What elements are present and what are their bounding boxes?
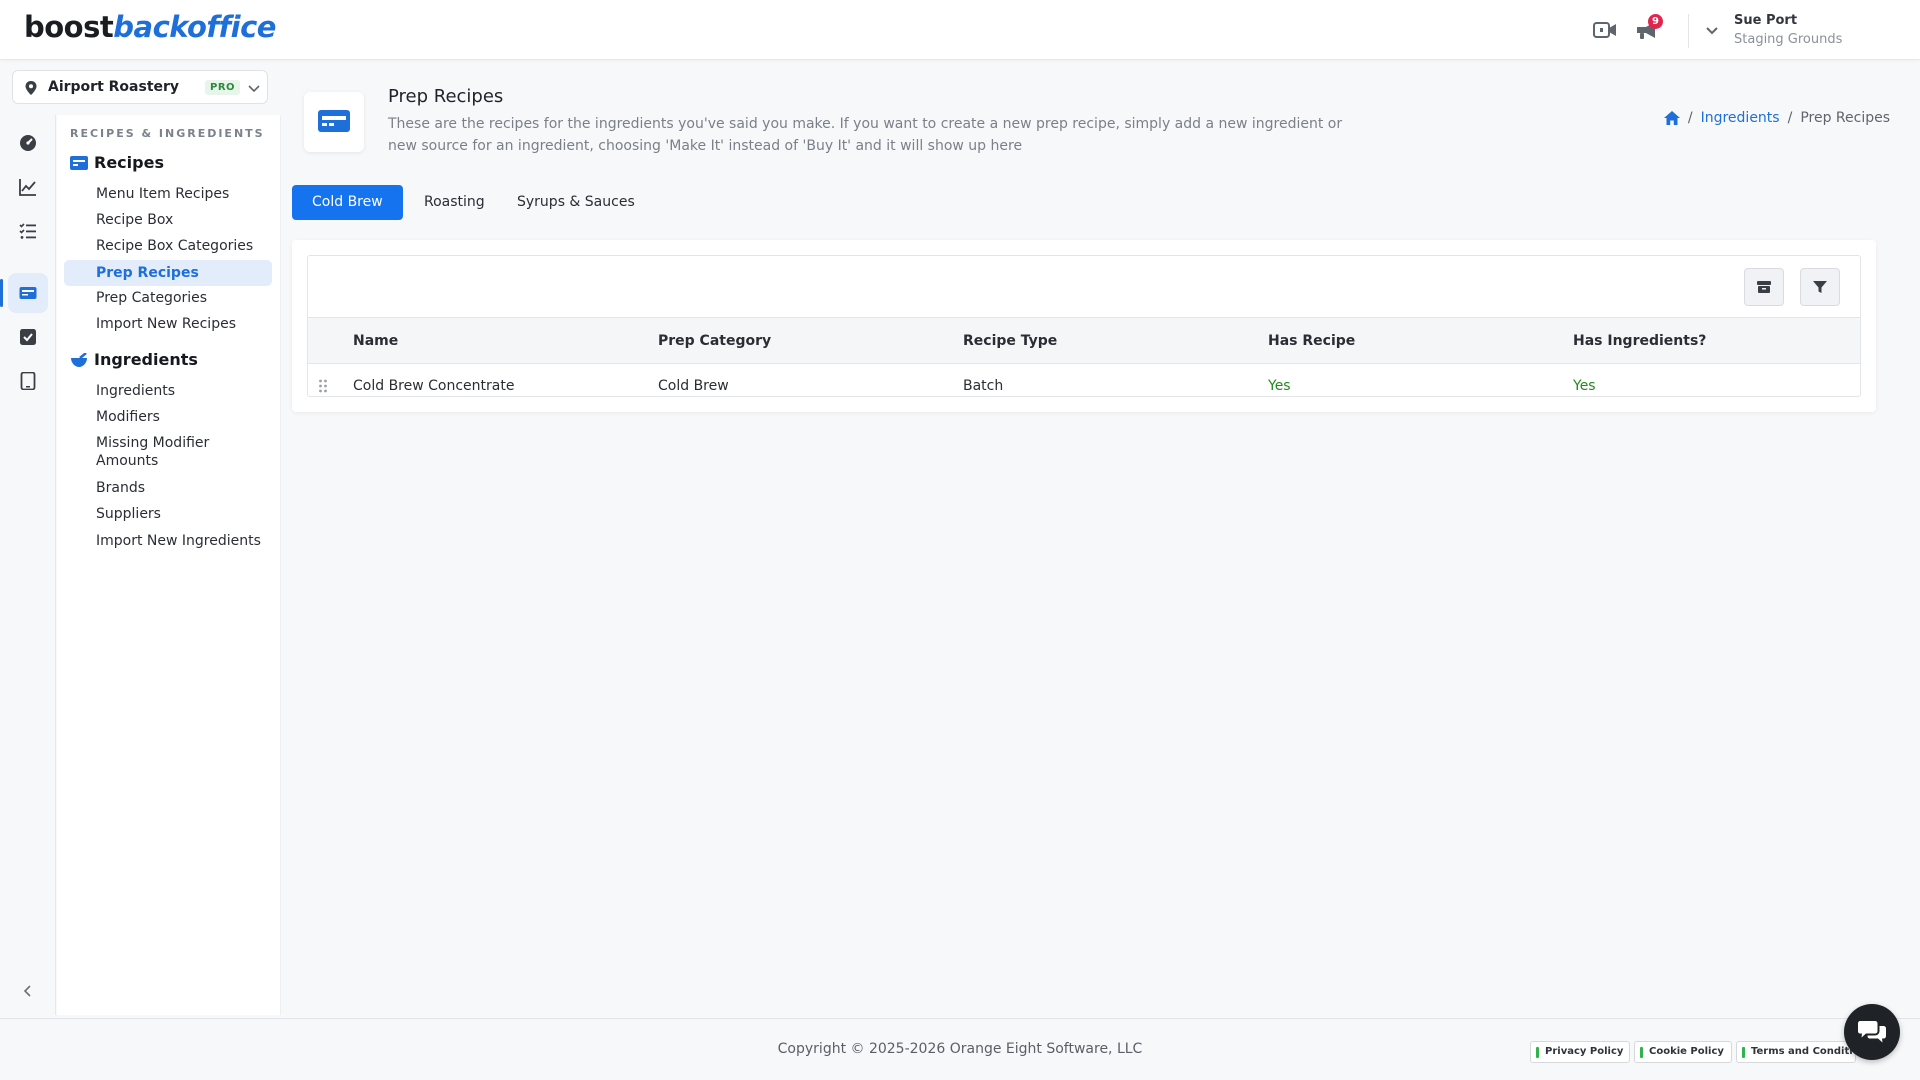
logo-backoffice: backoffice xyxy=(113,10,276,44)
pro-badge: PRO xyxy=(205,80,241,95)
home-icon[interactable] xyxy=(1663,111,1680,125)
rail-item-dashboard[interactable] xyxy=(8,123,48,163)
breadcrumb-link-ingredients[interactable]: Ingredients xyxy=(1701,110,1780,126)
chevron-down-icon[interactable] xyxy=(1704,22,1720,38)
notification-badge: 9 xyxy=(1648,14,1663,29)
filter-button[interactable] xyxy=(1800,268,1840,306)
location-name: Airport Roastery xyxy=(48,79,180,95)
checklist-icon xyxy=(19,223,36,239)
rail-item-checklists[interactable] xyxy=(8,317,48,357)
sidebar-item-ingredients[interactable]: Ingredients xyxy=(64,382,272,400)
user-name[interactable]: Sue Port xyxy=(1734,13,1797,28)
archive-icon xyxy=(1757,281,1771,293)
cell-name[interactable]: Cold Brew Concentrate xyxy=(353,378,514,394)
privacy-policy-link[interactable]: Privacy Policy xyxy=(1530,1041,1630,1063)
recipe-card-icon xyxy=(19,287,37,299)
table-header: Name Prep Category Recipe Type Has Recip… xyxy=(308,317,1860,364)
tablet-icon xyxy=(20,372,36,390)
cookie-policy-link[interactable]: Cookie Policy xyxy=(1634,1041,1732,1063)
page-icon xyxy=(304,92,364,152)
rail-item-devices[interactable] xyxy=(8,361,48,401)
checkbox-icon xyxy=(20,329,36,345)
breadcrumb-separator: / xyxy=(1787,110,1793,126)
chevron-down-icon xyxy=(248,85,260,93)
top-bar: boostbackoffice 9 Sue Port Staging Groun… xyxy=(0,0,1920,60)
sidebar-item-modifiers[interactable]: Modifiers xyxy=(64,408,272,426)
tab-syrups-sauces[interactable]: Syrups & Sauces xyxy=(497,185,655,220)
sidebar-group-ingredients[interactable]: Ingredients xyxy=(70,350,270,372)
chat-bubbles-icon xyxy=(1858,1021,1886,1043)
user-organization: Staging Grounds xyxy=(1734,32,1843,47)
table-row[interactable]: Cold Brew Concentrate Cold Brew Batch Ye… xyxy=(308,364,1860,410)
recipe-card-icon xyxy=(318,110,350,132)
map-pin-icon xyxy=(25,81,37,95)
recipe-card-icon xyxy=(70,156,88,170)
chevron-left-icon[interactable] xyxy=(20,983,36,999)
mortar-pestle-icon xyxy=(71,353,87,367)
location-selector[interactable]: Airport Roastery PRO xyxy=(12,70,268,104)
cell-has-ingredients: Yes xyxy=(1573,378,1596,394)
chat-button[interactable] xyxy=(1844,1004,1900,1060)
drag-handle-icon[interactable] xyxy=(318,378,328,394)
sidebar-item-missing-modifier-amounts[interactable]: Missing Modifier Amounts xyxy=(64,434,244,470)
terms-and-conditions-link[interactable]: Terms and Conditions xyxy=(1736,1041,1856,1063)
line-chart-icon xyxy=(19,179,36,196)
sidebar-item-prep-recipes[interactable]: Prep Recipes xyxy=(64,260,272,286)
header-divider xyxy=(1688,14,1689,48)
sidebar-item-recipe-box-categories[interactable]: Recipe Box Categories xyxy=(64,237,272,255)
column-header-recipe-type[interactable]: Recipe Type xyxy=(963,333,1057,349)
column-header-name[interactable]: Name xyxy=(353,333,398,349)
recipes-card: Name Prep Category Recipe Type Has Recip… xyxy=(292,240,1876,412)
tab-cold-brew[interactable]: Cold Brew xyxy=(292,185,403,220)
footer: Copyright © 2025-2026 Orange Eight Softw… xyxy=(0,1018,1920,1080)
rail-item-reports[interactable] xyxy=(8,167,48,207)
sidebar-item-brands[interactable]: Brands xyxy=(64,479,272,497)
breadcrumb-current: Prep Recipes xyxy=(1800,110,1890,126)
sidebar-group-label: Ingredients xyxy=(94,350,198,369)
column-header-prep-category[interactable]: Prep Category xyxy=(658,333,771,349)
sidebar: RECIPES & INGREDIENTS Recipes Menu Item … xyxy=(57,115,281,1015)
cell-prep-category: Cold Brew xyxy=(658,378,729,394)
breadcrumb: / Ingredients / Prep Recipes xyxy=(1663,110,1890,126)
logo-boost: boost xyxy=(24,10,114,44)
sidebar-group-label: Recipes xyxy=(94,153,164,172)
rail-item-recipes[interactable] xyxy=(0,273,48,313)
sidebar-section-title: RECIPES & INGREDIENTS xyxy=(70,127,265,140)
page-title: Prep Recipes xyxy=(388,86,504,107)
archive-button[interactable] xyxy=(1744,268,1784,306)
sidebar-group-recipes[interactable]: Recipes xyxy=(70,153,270,175)
cell-recipe-type: Batch xyxy=(963,378,1004,394)
sidebar-item-import-new-ingredients[interactable]: Import New Ingredients xyxy=(64,532,272,550)
logo[interactable]: boostbackoffice xyxy=(24,10,276,44)
breadcrumb-separator: / xyxy=(1687,110,1693,126)
copyright-text: Copyright © 2025-2026 Orange Eight Softw… xyxy=(777,1041,1143,1057)
recipes-table: Name Prep Category Recipe Type Has Recip… xyxy=(307,255,1861,397)
sidebar-item-recipe-box[interactable]: Recipe Box xyxy=(64,211,272,229)
icon-rail xyxy=(0,115,56,1015)
dashboard-gauge-icon xyxy=(20,135,36,151)
sidebar-item-suppliers[interactable]: Suppliers xyxy=(64,505,272,523)
sidebar-item-menu-item-recipes[interactable]: Menu Item Recipes xyxy=(64,185,272,203)
sidebar-item-import-new-recipes[interactable]: Import New Recipes xyxy=(64,315,272,333)
column-header-has-recipe[interactable]: Has Recipe xyxy=(1268,333,1355,349)
video-camera-icon[interactable] xyxy=(1592,18,1618,42)
sidebar-item-prep-categories[interactable]: Prep Categories xyxy=(64,289,272,307)
page-description: These are the recipes for the ingredient… xyxy=(388,116,1343,154)
filter-icon xyxy=(1813,281,1827,293)
column-header-has-ingredients[interactable]: Has Ingredients? xyxy=(1573,333,1706,349)
rail-item-tasks[interactable] xyxy=(8,211,48,251)
cell-has-recipe: Yes xyxy=(1268,378,1291,394)
tab-roasting[interactable]: Roasting xyxy=(404,185,505,220)
